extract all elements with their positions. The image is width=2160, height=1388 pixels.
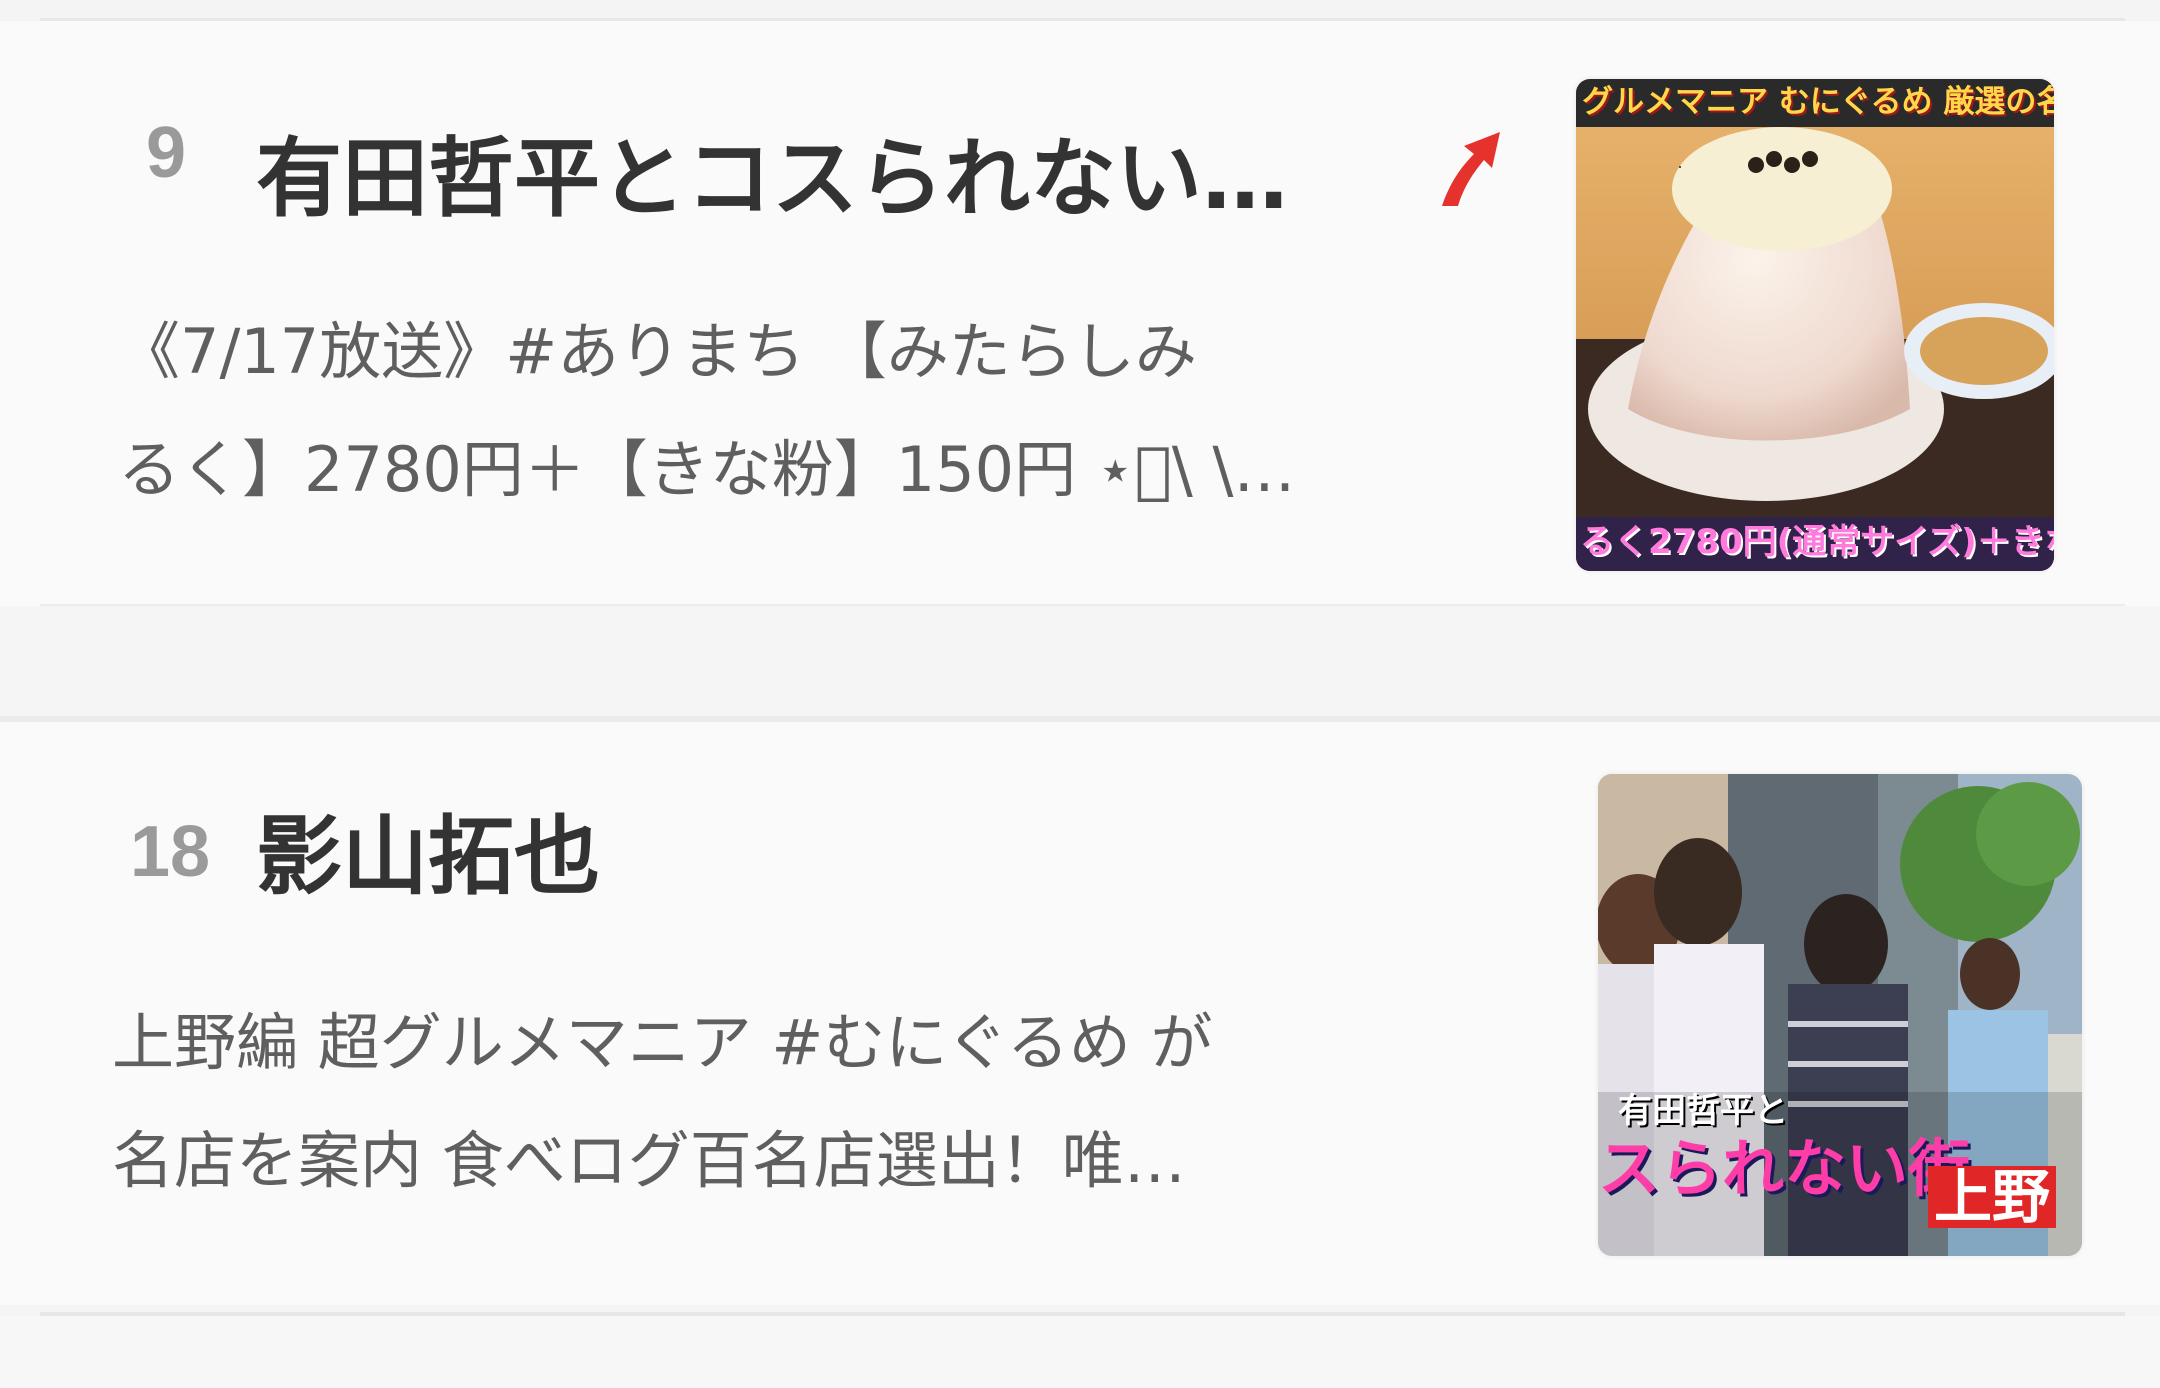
thumbnail-place: 上野 [1928, 1166, 2057, 1228]
item-title[interactable]: 有田哲平とコスられない… [256, 136, 1288, 222]
section-gap [0, 1316, 2160, 1388]
description-line: るく】2780円＋【きな粉】150円 ⋆͛\ \… [118, 433, 1296, 506]
rank-number: 18 [130, 812, 211, 892]
description-line: 名店を案内 食べログ百名店選出！唯… [112, 1124, 1186, 1197]
description-line: 上野編 超グルメマニア #むにぐるめ が [112, 1006, 1213, 1079]
rank-number: 9 [146, 113, 187, 193]
trend-item[interactable]: 18 影山拓也 上野編 超グルメマニア #むにぐるめ が 名店を案内 食べログ百… [0, 722, 2160, 1305]
thumbnail-show-small: 有田哲平と [1618, 1091, 1788, 1131]
thumbnail-image[interactable]: グルメマニア むにぐるめ 厳選の名店 るく2780円(通常サイズ)＋きな粉 [1576, 79, 2054, 571]
item-title[interactable]: 影山拓也 [256, 814, 600, 900]
section-gap [0, 606, 2160, 716]
trend-list: 9 有田哲平とコスられない… 《7/17放送》#ありまち 【みたらしみ るく】2… [0, 0, 2160, 1388]
thumbnail-show-title: スられない街 [1598, 1132, 1971, 1205]
thumbnail-top-caption: グルメマニア むにぐるめ 厳選の名店 [1582, 84, 2054, 120]
trend-up-arrow-icon [1428, 116, 1508, 216]
trend-item[interactable]: 9 有田哲平とコスられない… 《7/17放送》#ありまち 【みたらしみ るく】2… [0, 21, 2160, 606]
description-line: 《7/17放送》#ありまち 【みたらしみ [118, 315, 1197, 388]
thumbnail-bottom-caption: るく2780円(通常サイズ)＋きな粉 [1580, 522, 2054, 562]
thumbnail-image[interactable]: 有田哲平と スられない街 上野 [1598, 774, 2082, 1256]
